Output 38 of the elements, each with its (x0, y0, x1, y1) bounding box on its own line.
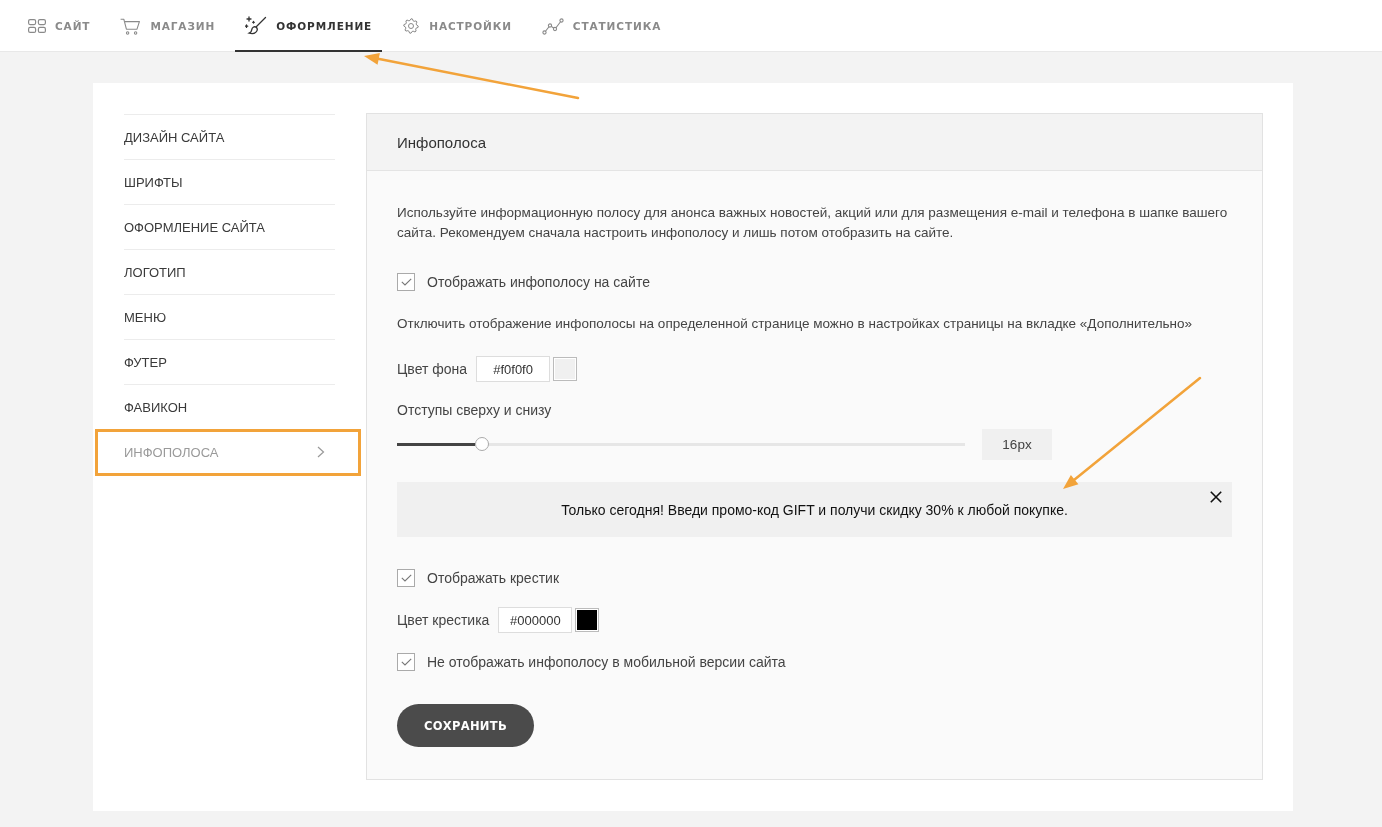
color-swatch[interactable] (575, 608, 600, 632)
checkbox-label: Отображать инфополосу на сайте (427, 273, 650, 292)
checkbox[interactable] (397, 273, 415, 291)
nav-tab[interactable]: ОФОРМЛЕНИЕ (235, 0, 383, 52)
sidebar-item[interactable]: ОФОРМЛЕНИЕ САЙТА (124, 204, 335, 249)
color-input[interactable]: #000000 (498, 607, 573, 633)
field-label: Отступы сверху и снизу (397, 402, 552, 418)
slider-thumb[interactable] (475, 437, 490, 451)
field-label: Цвет крестика (397, 611, 490, 630)
color-swatch[interactable] (553, 357, 578, 381)
sidebar-item[interactable]: ЛОГОТИП (124, 249, 335, 294)
checkbox-label: Отображать крестик (427, 569, 559, 588)
sidebar-item[interactable]: ФАВИКОН (124, 384, 335, 429)
check-icon (400, 658, 412, 666)
description-text: Используйте информационную полосу для анонса важных новостей, акций или для размещения e-mail и телефона в шапке вашего сайта. Рекомендуем сначала настроить инфополосу и лишь потом отобразить на сайте. (397, 204, 1229, 242)
sidebar-item[interactable]: ШРИФТЫ (124, 159, 335, 204)
line-chart-icon (541, 17, 564, 35)
settings-icon (402, 17, 421, 35)
sidebar-item[interactable]: МЕНЮ (124, 294, 335, 339)
slider-value: 16px (982, 429, 1052, 460)
brush-icon (245, 16, 268, 36)
note-text: Отключить отображение инфополосы на определенной странице можно в настройках страницы на вкладке «Дополнительно» (397, 315, 1193, 333)
checkbox[interactable] (397, 569, 415, 587)
grid-icon (28, 19, 46, 33)
color-input[interactable]: #f0f0f0 (476, 356, 551, 382)
checkbox[interactable] (397, 653, 415, 671)
save-button[interactable]: СОХРАНИТЬ (397, 704, 534, 747)
panel-title: Инфополоса (397, 133, 486, 151)
checkbox-label: Не отображать инфополосу в мобильной версии сайта (427, 653, 786, 672)
sidebar-item[interactable]: ФУТЕР (124, 339, 335, 384)
cart-icon (120, 17, 142, 35)
field-label: Цвет фона (397, 360, 468, 379)
check-icon (400, 278, 412, 286)
chevron-right-icon (317, 446, 325, 458)
infobar-text: Только сегодня! Введи промо-код GIFT и получи скидку 30% к любой покупке. (561, 502, 1068, 518)
sidebar-item[interactable]: ДИЗАЙН САЙТА (124, 114, 335, 159)
close-icon[interactable] (1210, 491, 1222, 503)
check-icon (400, 574, 412, 582)
